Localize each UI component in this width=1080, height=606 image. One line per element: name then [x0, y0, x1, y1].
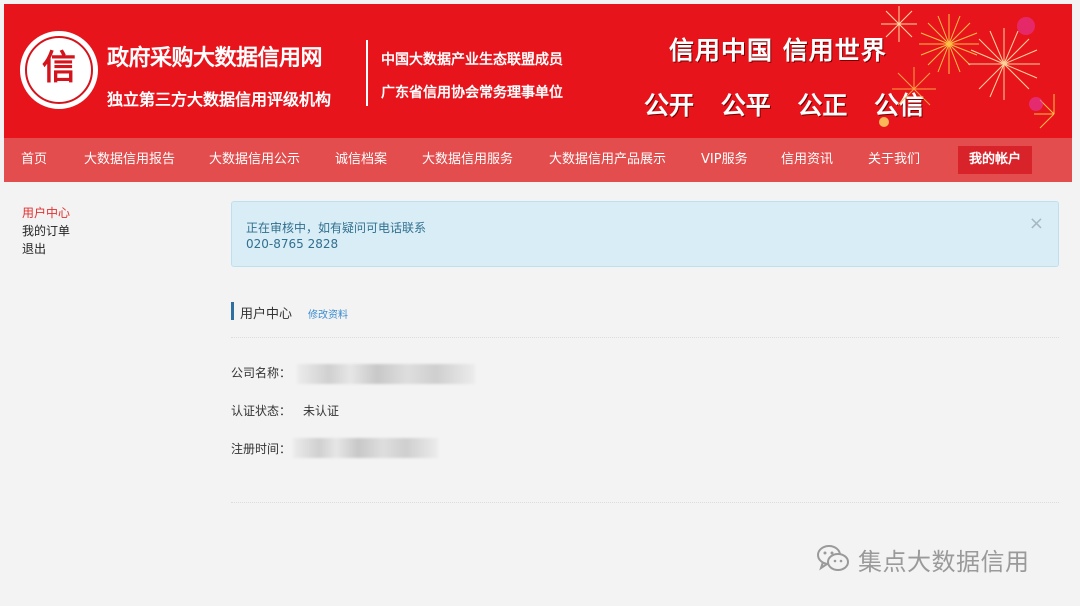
watermark-text: 集点大数据信用: [858, 548, 1030, 576]
section-title: 用户中心: [240, 307, 293, 322]
nav-item-credit-news[interactable]: 信用资讯: [781, 138, 833, 182]
register-time-label: 注册时间：: [231, 442, 292, 456]
sidebar-item-logout[interactable]: 退出: [22, 240, 46, 257]
nav-item-integrity-archive[interactable]: 诚信档案: [335, 138, 387, 182]
register-time-value-redacted: [293, 438, 438, 458]
header-divider: [366, 40, 368, 106]
wechat-icon: [817, 545, 849, 571]
cert-status-label: 认证状态：: [231, 404, 292, 418]
membership-line-1: 中国大数据产业生态联盟成员: [381, 52, 563, 68]
section-divider-bottom: [231, 502, 1059, 503]
section-divider-top: [231, 337, 1059, 338]
edit-profile-link[interactable]: 修改资料: [308, 306, 348, 321]
company-name-label: 公司名称：: [231, 366, 292, 380]
site-logo[interactable]: 信: [20, 31, 98, 109]
close-icon[interactable]: ×: [1029, 214, 1044, 234]
nav-item-product-showcase[interactable]: 大数据信用产品展示: [549, 138, 666, 182]
section-accent-bar: [231, 302, 234, 320]
company-name-value-redacted: [297, 364, 475, 384]
sidebar-item-user-center[interactable]: 用户中心: [22, 204, 70, 221]
nav-item-credit-report[interactable]: 大数据信用报告: [84, 138, 175, 182]
sidebar-item-my-orders[interactable]: 我的订单: [22, 222, 70, 239]
nav-item-credit-service[interactable]: 大数据信用服务: [422, 138, 513, 182]
nav-item-my-account[interactable]: 我的帐户: [958, 146, 1033, 174]
cert-status-value: 未认证: [303, 404, 340, 418]
main-nav: 首页 大数据信用报告 大数据信用公示 诚信档案 大数据信用服务 大数据信用产品展…: [4, 138, 1072, 182]
brand-title[interactable]: 政府采购大数据信用网: [107, 40, 323, 72]
fireworks-decoration: [879, 6, 1055, 129]
alert-message: 正在审核中，如有疑问可电话联系: [246, 221, 427, 235]
review-status-alert: 正在审核中，如有疑问可电话联系 020-8765 2828 ×: [231, 201, 1059, 267]
brand-subtitle: 独立第三方大数据信用评级机构: [107, 90, 332, 109]
nav-item-home[interactable]: 首页: [21, 138, 47, 182]
membership-line-2: 广东省信用协会常务理事单位: [381, 85, 563, 101]
logo-glyph: 信: [42, 48, 76, 88]
header-banner: 信 政府采购大数据信用网 独立第三方大数据信用评级机构 中国大数据产业生态联盟成…: [4, 4, 1072, 138]
nav-item-about-us[interactable]: 关于我们: [868, 138, 920, 182]
nav-item-credit-publicity[interactable]: 大数据信用公示: [209, 138, 300, 182]
nav-item-vip-service[interactable]: VIP服务: [701, 138, 748, 182]
alert-phone: 020-8765 2828: [246, 237, 339, 251]
